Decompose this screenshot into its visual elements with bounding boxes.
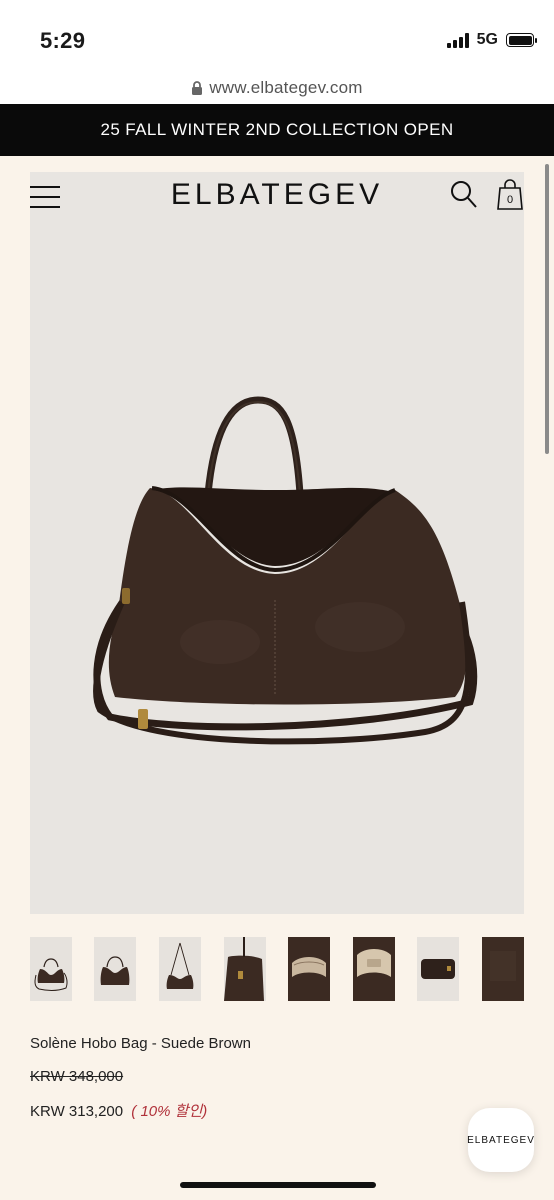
thumbnail-2[interactable] xyxy=(94,937,136,1001)
status-time: 5:29 xyxy=(40,28,86,53)
lock-icon xyxy=(192,80,203,95)
floating-brand-button[interactable]: ELBATEGEV xyxy=(467,1108,535,1172)
battery-icon xyxy=(506,33,537,47)
sale-price: KRW 313,200 xyxy=(30,1103,124,1120)
thumbnail-1[interactable] xyxy=(30,937,72,1001)
url-text: www.elbategev.com xyxy=(209,78,363,97)
bag-image xyxy=(93,396,478,745)
thumbnail-5[interactable] xyxy=(288,937,330,1001)
search-button[interactable] xyxy=(450,180,478,210)
thumbnail-8[interactable] xyxy=(482,937,524,1001)
announcement-text: 25 FALL WINTER 2ND COLLECTION OPEN xyxy=(100,120,454,139)
cart-count: 0 xyxy=(506,194,514,206)
original-price: KRW 348,000 xyxy=(30,1068,124,1085)
cart-button[interactable]: 0 xyxy=(496,178,524,210)
announcement-bar[interactable]: 25 FALL WINTER 2ND COLLECTION OPEN xyxy=(0,104,554,156)
thumbnail-7[interactable] xyxy=(417,937,459,1001)
sale-price-row: KRW 313,200 ( 10% 할인) xyxy=(30,1100,207,1121)
discount-label: ( 10% 할인) xyxy=(131,1103,208,1120)
floating-brand-label: ELBATEGEV xyxy=(467,1134,535,1146)
thumbnail-3[interactable] xyxy=(159,937,201,1001)
thumbnail-6[interactable] xyxy=(353,937,395,1001)
status-bar: 5:29 5G xyxy=(0,0,554,72)
address-bar[interactable]: www.elbategev.com xyxy=(0,72,554,104)
network-type: 5G xyxy=(476,31,498,48)
site-header: ELBATEGEV 0 xyxy=(30,172,524,218)
status-indicators: 5G xyxy=(446,31,537,49)
search-icon xyxy=(451,181,477,208)
product-name: Solène Hobo Bag - Suede Brown xyxy=(30,1035,251,1052)
thumbnail-4[interactable] xyxy=(224,937,266,1001)
scrollbar[interactable] xyxy=(545,164,549,454)
home-indicator[interactable] xyxy=(180,1182,376,1188)
signal-icon xyxy=(446,32,469,48)
thumbnail-strip xyxy=(30,937,524,1001)
product-hero-image[interactable] xyxy=(30,172,524,914)
